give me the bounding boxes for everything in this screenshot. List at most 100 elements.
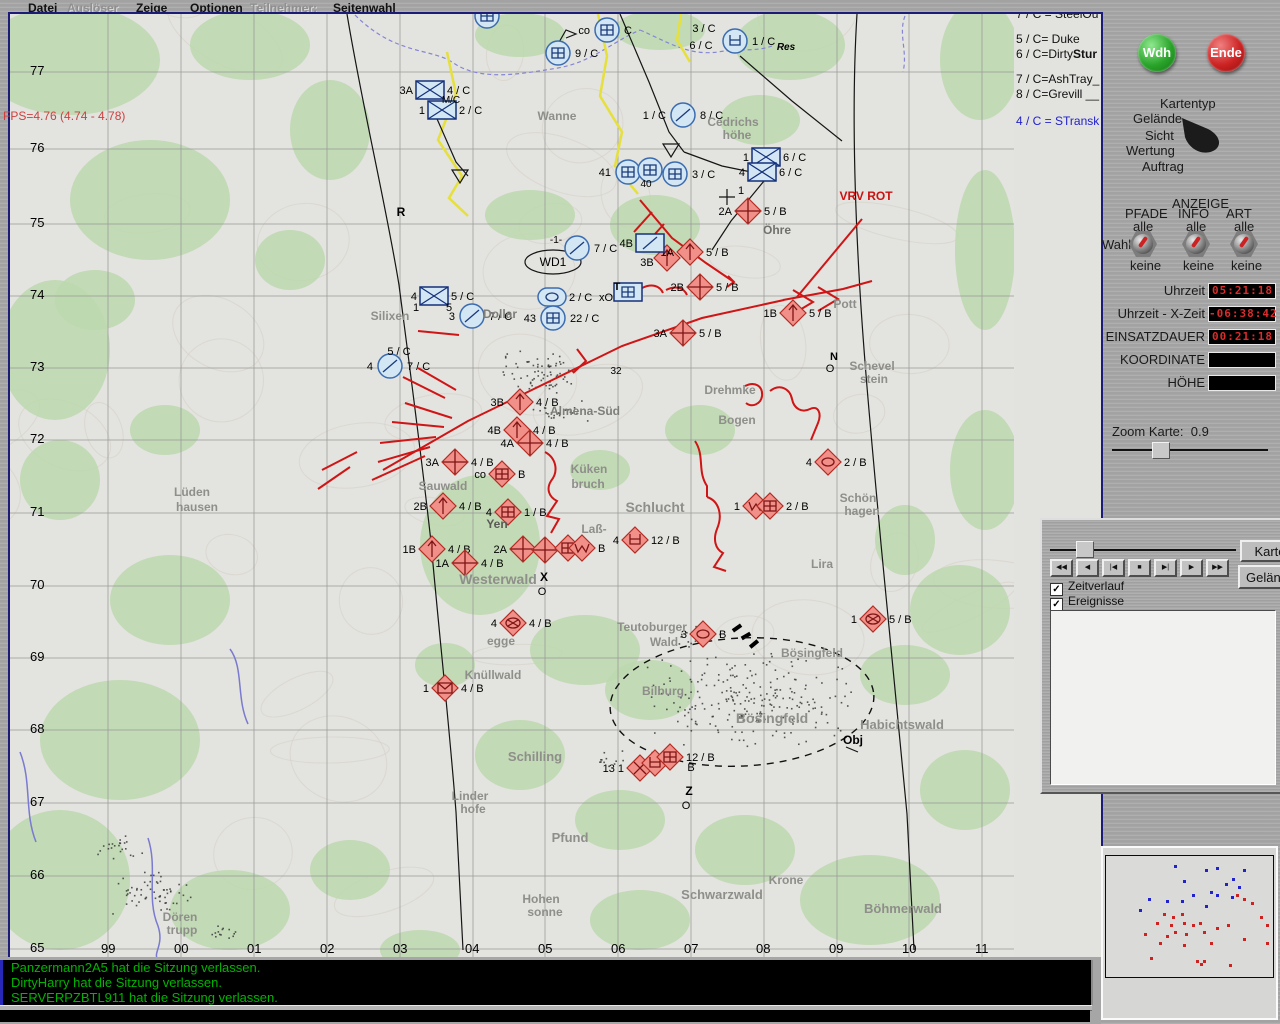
kartentyp-option-wertung[interactable]: Wertung bbox=[1126, 143, 1175, 158]
minimap-red-unit-dot bbox=[1174, 931, 1177, 934]
town-dot bbox=[517, 386, 519, 388]
town-dot bbox=[697, 691, 699, 693]
anzeige-info-knob[interactable] bbox=[1182, 231, 1210, 257]
playback-slider-handle[interactable] bbox=[1076, 541, 1094, 558]
town-dot bbox=[126, 841, 128, 843]
place-label: Linder bbox=[452, 789, 489, 803]
callsign-entry: 8 / C=Grevill __ bbox=[1016, 87, 1099, 101]
place-label: Lüden bbox=[174, 485, 210, 499]
town-dot bbox=[503, 374, 505, 376]
place-label: Bösingfeld bbox=[736, 710, 808, 726]
minimap-blue-unit-dot bbox=[1238, 886, 1241, 889]
town-dot bbox=[735, 692, 737, 694]
town-dot bbox=[805, 688, 807, 690]
town-dot bbox=[744, 664, 746, 666]
town-dot bbox=[622, 760, 624, 762]
town-dot bbox=[126, 895, 128, 897]
step-back-button[interactable]: |◀ bbox=[1102, 559, 1125, 577]
town-dot bbox=[559, 356, 561, 358]
minimap-red-unit-dot bbox=[1150, 957, 1153, 960]
place-label: Laß- bbox=[581, 522, 606, 536]
unit-label: 3A bbox=[426, 457, 440, 469]
town-dot bbox=[801, 703, 803, 705]
minimap-canvas[interactable] bbox=[1105, 855, 1274, 978]
town-dot bbox=[739, 740, 741, 742]
map-canvas[interactable]: 2A5 / B1A5 / B2B5 / B1B5 / B3A5 / B42 / … bbox=[10, 14, 1014, 957]
readout-label: Uhrzeit - X-Zeit bbox=[1075, 306, 1205, 321]
town-dot bbox=[805, 685, 807, 687]
town-dot bbox=[739, 691, 741, 693]
town-dot bbox=[731, 667, 733, 669]
forest-area bbox=[130, 405, 200, 455]
unit-label: 1 bbox=[423, 683, 429, 695]
kartentyp-option-sicht[interactable]: Sicht bbox=[1145, 128, 1174, 143]
grid-label-col: 07 bbox=[684, 941, 698, 956]
town-dot bbox=[837, 727, 839, 729]
town-dot bbox=[158, 896, 160, 898]
karte-button[interactable]: Karte bbox=[1240, 540, 1280, 562]
grid-label-row: 77 bbox=[30, 63, 44, 78]
minimap-blue-unit-dot bbox=[1232, 878, 1235, 881]
step-forward-button[interactable]: ▶| bbox=[1154, 559, 1177, 577]
unit-label: 4B bbox=[488, 425, 501, 437]
town-dot bbox=[744, 700, 746, 702]
stop-button[interactable]: ■ bbox=[1128, 559, 1151, 577]
chat-input-line[interactable] bbox=[0, 1010, 1090, 1022]
town-dot bbox=[654, 732, 656, 734]
grid-label-col: 00 bbox=[174, 941, 188, 956]
unit-label: 3 / C bbox=[692, 169, 715, 181]
town-dot bbox=[153, 891, 155, 893]
town-dot bbox=[786, 707, 788, 709]
town-dot bbox=[549, 366, 551, 368]
unit-label: co bbox=[474, 469, 486, 481]
town-dot bbox=[178, 892, 180, 894]
chat-message: SERVERPZBTL911 hat die Sitzung verlassen… bbox=[3, 990, 1091, 1005]
anzeige-art-knob[interactable] bbox=[1230, 231, 1258, 257]
town-dot bbox=[718, 674, 720, 676]
town-dot bbox=[730, 687, 732, 689]
town-dot bbox=[125, 835, 127, 837]
readout-label: HÖHE bbox=[1075, 375, 1205, 390]
forest-area bbox=[575, 790, 665, 850]
anzeige-pfade-knob[interactable] bbox=[1129, 231, 1157, 257]
kartentyp-option-auftrag[interactable]: Auftrag bbox=[1142, 159, 1184, 174]
map-zoom-label: Zoom Karte: 0.9 bbox=[1112, 424, 1209, 439]
ende-button[interactable]: Ende bbox=[1207, 34, 1245, 72]
checkbox-ereignisse[interactable]: ✓Ereignisse bbox=[1050, 594, 1124, 611]
town-dot bbox=[220, 934, 222, 936]
unit-label: 4B bbox=[620, 238, 633, 250]
rewind-button[interactable]: ◀◀ bbox=[1050, 559, 1073, 577]
play-button[interactable]: ▶ bbox=[1180, 559, 1203, 577]
grid-label-row: 76 bbox=[30, 140, 44, 155]
town-dot bbox=[679, 707, 681, 709]
town-dot bbox=[726, 690, 728, 692]
map-zoom-slider-handle[interactable] bbox=[1152, 442, 1170, 459]
event-listbox[interactable] bbox=[1050, 610, 1276, 785]
town-dot bbox=[733, 692, 735, 694]
town-dot bbox=[539, 410, 541, 412]
town-dot bbox=[688, 641, 690, 643]
forest-area bbox=[310, 840, 390, 900]
town-dot bbox=[147, 885, 149, 887]
town-dot bbox=[737, 695, 739, 697]
forest-area bbox=[55, 270, 135, 330]
town-dot bbox=[687, 726, 689, 728]
anzeige-art-keine: keine bbox=[1231, 258, 1262, 273]
kartentyp-pointer-knob[interactable] bbox=[1181, 116, 1225, 154]
minimap-blue-unit-dot bbox=[1225, 883, 1228, 886]
town-dot bbox=[118, 845, 120, 847]
fast-forward-button[interactable]: ▶▶ bbox=[1206, 559, 1229, 577]
town-dot bbox=[187, 900, 189, 902]
minimap-panel[interactable] bbox=[1101, 846, 1278, 1020]
kartentyp-option-gelände[interactable]: Gelände bbox=[1133, 111, 1182, 126]
map-window[interactable]: 2A5 / B1A5 / B2B5 / B1B5 / B3A5 / B42 / … bbox=[8, 12, 1103, 963]
town-dot bbox=[712, 716, 714, 718]
town-dot bbox=[178, 884, 180, 886]
wdh-button[interactable]: Wdh bbox=[1138, 34, 1176, 72]
reverse-play-button[interactable]: ◀ bbox=[1076, 559, 1099, 577]
forest-area bbox=[110, 555, 230, 645]
place-label: bruch bbox=[571, 477, 604, 491]
gelände-button[interactable]: Gelände bbox=[1238, 565, 1280, 589]
map-zoom-slider-track[interactable] bbox=[1112, 449, 1268, 451]
town-dot bbox=[718, 708, 720, 710]
